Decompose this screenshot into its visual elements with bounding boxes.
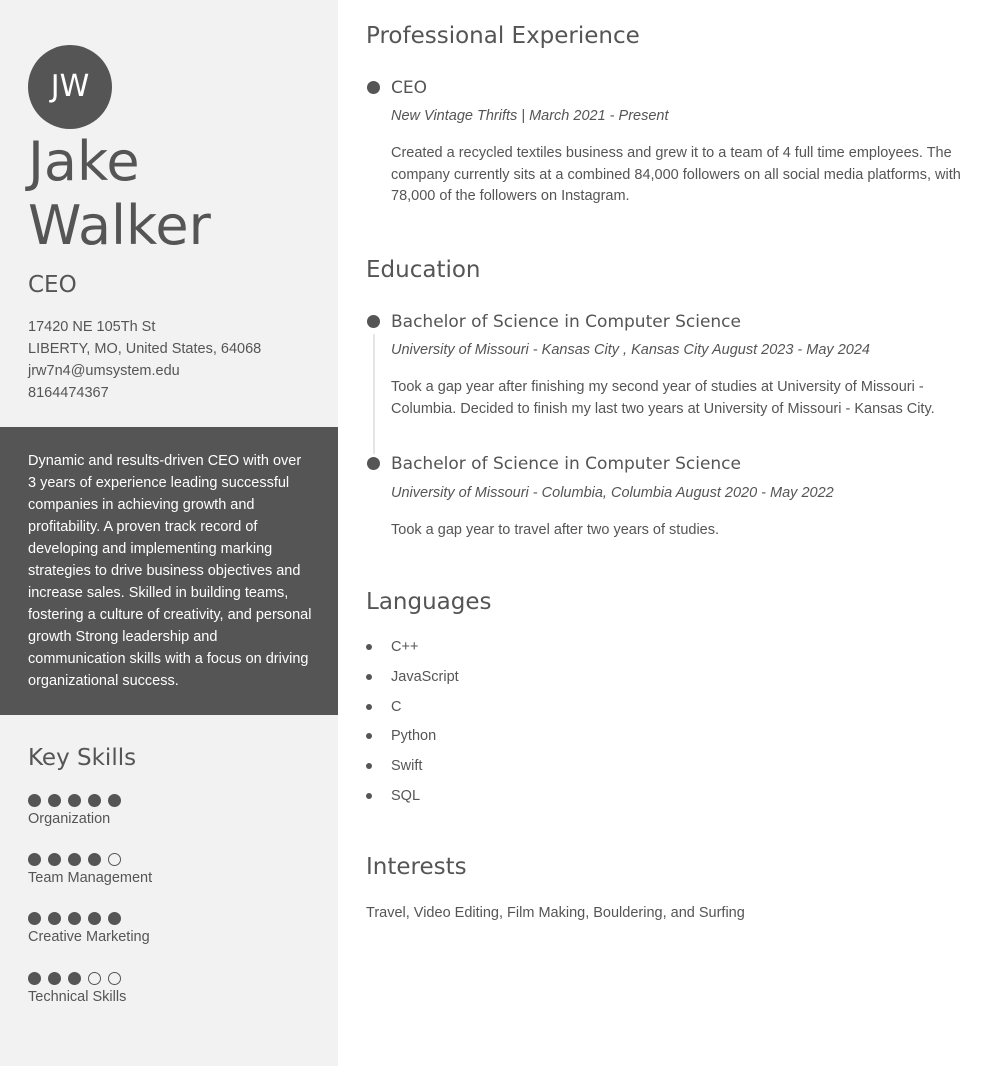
education-subtitle: University of Missouri - Kansas City , K… bbox=[391, 342, 870, 358]
education-subtitle: University of Missouri - Columbia, Colum… bbox=[391, 485, 834, 501]
summary-text: Dynamic and results-driven CEO with over… bbox=[28, 453, 312, 689]
job-title: CEO bbox=[28, 272, 77, 298]
rating-dot-filled bbox=[28, 912, 41, 925]
rating-dot-filled bbox=[68, 972, 81, 985]
last-name: Walker bbox=[28, 194, 211, 257]
rating-dot-filled bbox=[108, 912, 121, 925]
language-label: C bbox=[391, 698, 402, 715]
rating-dot-filled bbox=[28, 794, 41, 807]
bullet-icon bbox=[366, 644, 372, 650]
rating-dot-filled bbox=[68, 794, 81, 807]
experience-heading: Professional Experience bbox=[366, 23, 640, 49]
skills-heading: Key Skills bbox=[28, 745, 137, 771]
language-label: C++ bbox=[391, 639, 419, 655]
email-link[interactable]: jrw7n4@umsystem.edu bbox=[28, 360, 261, 382]
language-label: Python bbox=[391, 728, 437, 745]
first-name: Jake bbox=[28, 130, 140, 193]
rating-dot-filled bbox=[48, 853, 61, 866]
experience-subtitle: New Vintage Thrifts | March 2021 - Prese… bbox=[391, 108, 669, 124]
interests-heading: Interests bbox=[366, 854, 467, 880]
rating-dot-empty bbox=[88, 972, 101, 985]
rating-dot-filled bbox=[28, 853, 41, 866]
education-title: Bachelor of Science in Computer Science bbox=[391, 454, 741, 474]
summary-panel: Dynamic and results-driven CEO with over… bbox=[0, 427, 338, 715]
skill-rating bbox=[28, 853, 152, 866]
skill-rating bbox=[28, 972, 126, 985]
rating-dot-filled bbox=[48, 794, 61, 807]
education-title: Bachelor of Science in Computer Science bbox=[391, 312, 741, 332]
rating-dot-empty bbox=[108, 853, 121, 866]
rating-dot-filled bbox=[88, 912, 101, 925]
skill-item: Creative Marketing bbox=[28, 912, 150, 947]
address-line2: LIBERTY, MO, United States, 64068 bbox=[28, 341, 262, 357]
language-label: JavaScript bbox=[391, 668, 459, 685]
languages-heading: Languages bbox=[366, 589, 492, 615]
rating-dot-filled bbox=[28, 972, 41, 985]
sidebar: JW Jake Walker CEO 17420 NE 105Th St LIB… bbox=[0, 0, 338, 1066]
timeline-bullet bbox=[367, 457, 380, 470]
rating-dot-filled bbox=[48, 912, 61, 925]
avatar-initials: JW bbox=[28, 45, 112, 129]
skill-label: Creative Marketing bbox=[28, 929, 150, 945]
rating-dot-filled bbox=[88, 794, 101, 807]
skill-label: Organization bbox=[28, 811, 111, 827]
full-name: Jake Walker bbox=[28, 130, 211, 258]
bullet-icon bbox=[366, 673, 372, 680]
rating-dot-filled bbox=[48, 972, 61, 985]
bullet-icon bbox=[366, 793, 372, 799]
bullet-icon bbox=[366, 763, 372, 770]
rating-dot-filled bbox=[68, 912, 81, 925]
contact-info: 17420 NE 105Th St LIBERTY, MO, United St… bbox=[28, 316, 261, 404]
interests-text: Travel, Video Editing, Film Making, Boul… bbox=[366, 905, 745, 921]
skill-item: Team Management bbox=[28, 853, 152, 888]
language-label: SQL bbox=[391, 788, 421, 804]
rating-dot-filled bbox=[68, 853, 81, 866]
timeline-bullet bbox=[367, 315, 380, 328]
education-description: Took a gap year after finishing my secon… bbox=[391, 379, 935, 417]
timeline-bullet bbox=[367, 81, 380, 94]
education-description: Took a gap year to travel after two year… bbox=[391, 522, 720, 538]
experience-title: CEO bbox=[391, 78, 427, 98]
skill-label: Team Management bbox=[28, 870, 153, 886]
timeline-connector bbox=[373, 334, 375, 454]
skill-label: Technical Skills bbox=[28, 989, 127, 1005]
rating-dot-empty bbox=[108, 972, 121, 985]
education-heading: Education bbox=[366, 257, 481, 283]
experience-description: Created a recycled textiles business and… bbox=[391, 145, 961, 204]
language-label: Swift bbox=[391, 758, 423, 775]
address-line1: 17420 NE 105Th St bbox=[28, 319, 156, 335]
bullet-icon bbox=[366, 733, 372, 740]
bullet-icon bbox=[366, 703, 372, 710]
phone-number: 8164474367 bbox=[28, 385, 109, 401]
skill-rating bbox=[28, 912, 150, 925]
rating-dot-filled bbox=[88, 853, 101, 866]
skill-item: Technical Skills bbox=[28, 972, 126, 1007]
skill-rating bbox=[28, 794, 121, 807]
skill-item: Organization bbox=[28, 794, 121, 829]
rating-dot-filled bbox=[108, 794, 121, 807]
